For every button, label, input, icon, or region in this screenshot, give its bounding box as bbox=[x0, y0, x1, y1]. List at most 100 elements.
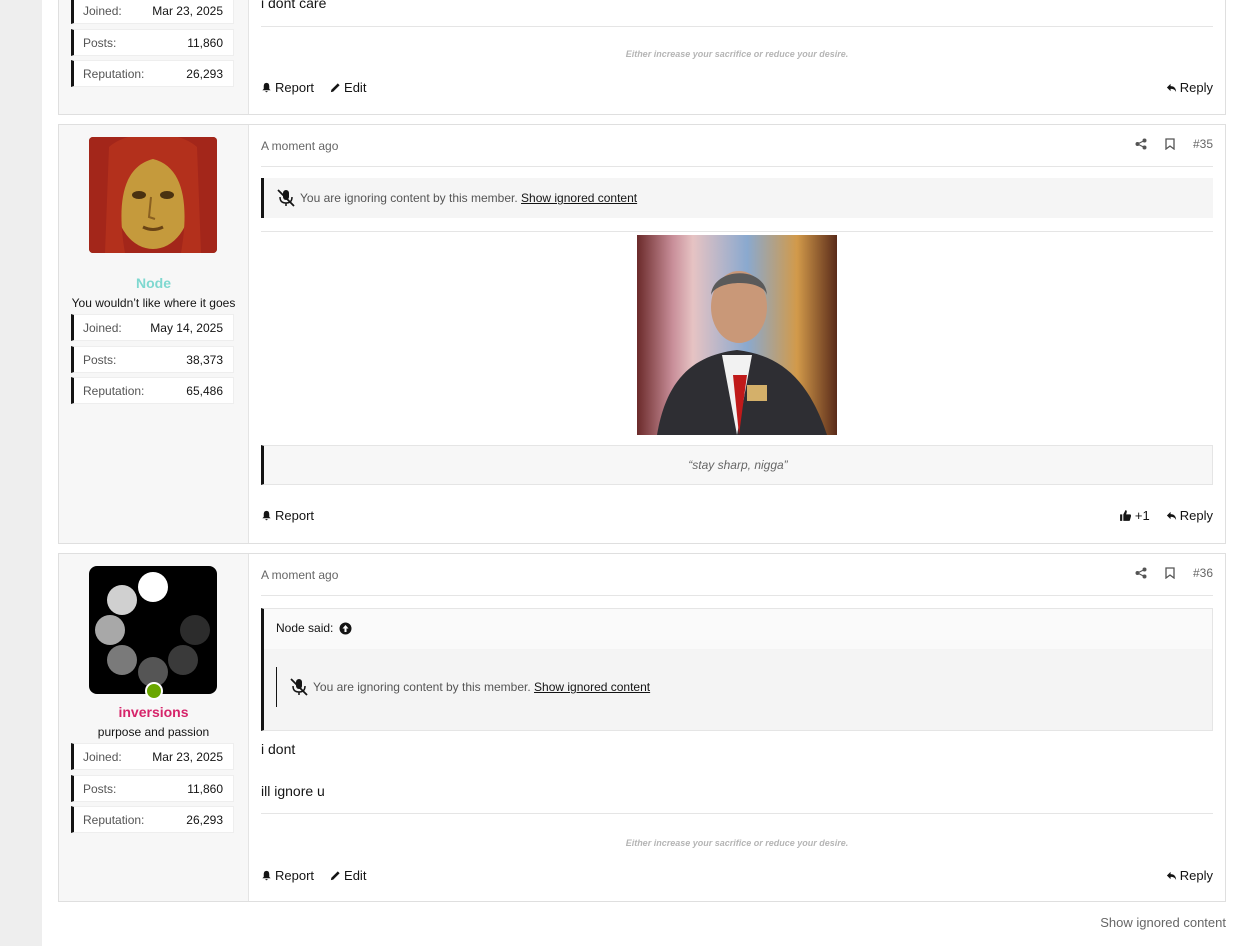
signature: Either increase your sacrifice or reduce… bbox=[625, 838, 849, 848]
user-title: You wouldn’t like where it goes bbox=[71, 296, 236, 310]
gif-figure bbox=[657, 271, 827, 435]
show-ignored-content-link[interactable]: Show ignored content bbox=[1100, 915, 1226, 930]
divider bbox=[261, 166, 1213, 167]
stat-label: Joined: bbox=[83, 4, 122, 18]
edit-button[interactable]: Edit bbox=[330, 868, 366, 883]
arrow-up-circle-icon[interactable] bbox=[339, 622, 352, 635]
reply-button[interactable]: Reply bbox=[1166, 508, 1213, 523]
post-34: Joined: Mar 23, 2025 Posts: 11,860 Reput… bbox=[58, 0, 1226, 115]
share-icon[interactable] bbox=[1135, 567, 1147, 579]
report-button[interactable]: Report bbox=[261, 508, 314, 523]
reply-label: Reply bbox=[1179, 868, 1213, 883]
edit-label: Edit bbox=[344, 80, 367, 95]
stat-posts: Posts: 11,860 bbox=[71, 29, 234, 56]
reply-icon bbox=[1166, 83, 1176, 93]
quote-header[interactable]: Node said: bbox=[276, 621, 352, 635]
user-column: Joined: Mar 23, 2025 Posts: 11,860 Reput… bbox=[59, 0, 249, 114]
ignored-notice: You are ignoring content by this member.… bbox=[261, 178, 1213, 218]
stat-joined: Joined: May 14, 2025 bbox=[71, 314, 234, 341]
post-body-line: ill ignore u bbox=[261, 783, 325, 799]
quote-body: You are ignoring content by this member.… bbox=[264, 649, 1212, 730]
bookmark-icon[interactable] bbox=[1165, 567, 1175, 579]
quote-block: Node said: You are ignoring content by t… bbox=[261, 608, 1213, 731]
post-35: Node You wouldn’t like where it goes Joi… bbox=[58, 124, 1226, 544]
report-label: Report bbox=[275, 868, 315, 883]
stat-posts: Posts: 11,860 bbox=[71, 775, 234, 802]
stat-value: Mar 23, 2025 bbox=[152, 750, 223, 764]
avatar[interactable] bbox=[89, 137, 217, 253]
reply-button[interactable]: Reply bbox=[1166, 80, 1213, 95]
ignored-notice: You are ignoring content by this member.… bbox=[276, 667, 1212, 707]
bell-icon bbox=[262, 82, 271, 93]
reply-icon bbox=[1166, 871, 1176, 881]
stat-joined: Joined: Mar 23, 2025 bbox=[71, 0, 234, 24]
embedded-gif bbox=[637, 235, 837, 435]
post-main: A moment ago #35 You are ignoring conten… bbox=[261, 125, 1213, 543]
report-label: Report bbox=[275, 508, 315, 523]
signature: Either increase your sacrifice or reduce… bbox=[625, 49, 849, 59]
post-main: i dont care Either increase your sacrifi… bbox=[261, 0, 1213, 114]
stat-label: Reputation: bbox=[83, 67, 145, 81]
stat-value: 26,293 bbox=[186, 813, 223, 827]
report-button[interactable]: Report bbox=[261, 80, 314, 95]
report-button[interactable]: Report bbox=[261, 868, 314, 883]
stat-reputation: Reputation: 26,293 bbox=[71, 806, 234, 833]
stat-value: 38,373 bbox=[186, 353, 223, 367]
post-36: inversions purpose and passion Joined: M… bbox=[58, 553, 1226, 902]
stat-joined: Joined: Mar 23, 2025 bbox=[71, 743, 234, 770]
post-body-line: i dont care bbox=[261, 0, 327, 11]
show-ignored-link[interactable]: Show ignored content bbox=[521, 191, 637, 205]
user-title: purpose and passion bbox=[97, 725, 210, 739]
loading-spinner-image bbox=[95, 572, 210, 687]
stat-label: Reputation: bbox=[83, 813, 145, 827]
ignored-text: You are ignoring content by this member. bbox=[313, 680, 531, 694]
divider bbox=[261, 595, 1213, 596]
user-column: inversions purpose and passion Joined: M… bbox=[59, 554, 249, 901]
bookmark-icon[interactable] bbox=[1165, 138, 1175, 150]
signature-quote: “stay sharp, nigga” bbox=[261, 445, 1213, 485]
stat-label: Reputation: bbox=[83, 384, 145, 398]
post-number[interactable]: #36 bbox=[1193, 566, 1213, 580]
online-status-indicator bbox=[145, 682, 163, 700]
stat-value: May 14, 2025 bbox=[150, 321, 223, 335]
user-column: Node You wouldn’t like where it goes Joi… bbox=[59, 125, 249, 543]
reply-icon bbox=[1166, 511, 1176, 521]
stat-value: 26,293 bbox=[186, 67, 223, 81]
stat-reputation: Reputation: 26,293 bbox=[71, 60, 234, 87]
stat-label: Posts: bbox=[83, 353, 117, 367]
reply-button[interactable]: Reply bbox=[1166, 868, 1213, 883]
reaction-summary[interactable]: +1 bbox=[1119, 508, 1150, 523]
username[interactable]: Node bbox=[59, 275, 248, 291]
username[interactable]: inversions bbox=[59, 704, 248, 720]
avatar-image bbox=[89, 137, 217, 253]
post-number[interactable]: #35 bbox=[1193, 137, 1213, 151]
share-icon[interactable] bbox=[1135, 138, 1147, 150]
stat-value: 65,486 bbox=[186, 384, 223, 398]
bell-icon bbox=[262, 870, 271, 881]
report-label: Report bbox=[275, 80, 315, 95]
post-time[interactable]: A moment ago bbox=[261, 139, 338, 153]
post-actions: #36 bbox=[1135, 566, 1213, 580]
post-time[interactable]: A moment ago bbox=[261, 568, 338, 582]
pencil-icon bbox=[330, 83, 340, 93]
edit-button[interactable]: Edit bbox=[330, 80, 366, 95]
reply-label: Reply bbox=[1179, 508, 1213, 523]
stat-value: 11,860 bbox=[187, 36, 223, 50]
stat-value: 11,860 bbox=[187, 782, 223, 796]
reply-label: Reply bbox=[1179, 80, 1213, 95]
bell-icon bbox=[262, 510, 271, 521]
stat-posts: Posts: 38,373 bbox=[71, 346, 234, 373]
quote-author: Node said: bbox=[276, 621, 334, 635]
post-body-line: i dont bbox=[261, 741, 296, 757]
show-ignored-link[interactable]: Show ignored content bbox=[534, 680, 650, 694]
mute-icon bbox=[277, 189, 295, 207]
reaction-count: +1 bbox=[1134, 508, 1150, 523]
avatar[interactable] bbox=[89, 566, 217, 694]
divider bbox=[261, 813, 1213, 814]
post-main: A moment ago #36 Node said: You are igno… bbox=[261, 554, 1213, 901]
mute-icon bbox=[290, 678, 308, 696]
ignored-text: You are ignoring content by this member. bbox=[300, 191, 518, 205]
stat-label: Joined: bbox=[83, 750, 122, 764]
stat-value: Mar 23, 2025 bbox=[152, 4, 223, 18]
stat-label: Joined: bbox=[83, 321, 122, 335]
